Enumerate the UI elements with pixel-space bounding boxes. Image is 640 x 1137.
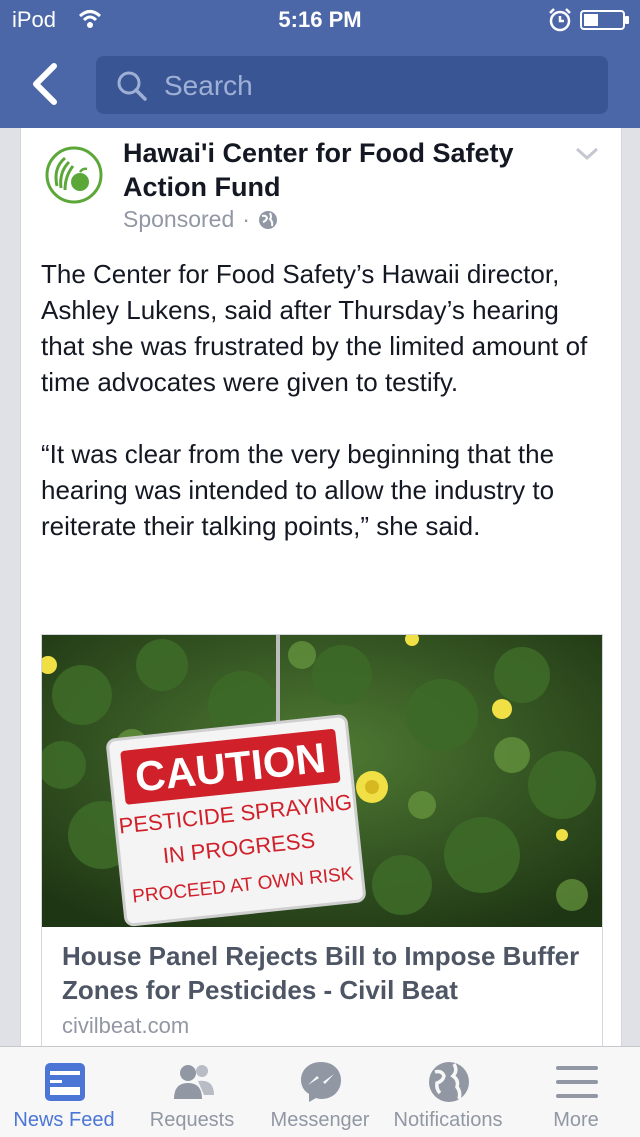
search-input[interactable] (162, 66, 586, 106)
battery-icon (580, 10, 629, 30)
page-name-link[interactable]: Hawai'i Center for Food Safety Action Fu… (123, 136, 563, 204)
status-time: 5:16 PM (278, 7, 362, 32)
link-preview-image: CAUTION PESTICIDE SPRAYING IN PROGRESS P… (42, 635, 602, 927)
search-bar[interactable] (96, 56, 608, 114)
globe-icon (429, 1062, 469, 1102)
tab-news-feed[interactable]: News Feed (0, 1047, 128, 1137)
public-globe-icon (258, 210, 277, 229)
tab-bar: News Feed Requests Messenger Notificatio… (0, 1046, 640, 1137)
search-icon (117, 71, 147, 101)
messenger-icon (301, 1062, 341, 1102)
tab-notifications[interactable]: Notifications (384, 1047, 512, 1137)
tab-requests[interactable]: Requests (128, 1047, 256, 1137)
post-meta: Sponsored · (123, 206, 278, 233)
back-button[interactable] (24, 56, 68, 112)
meta-separator: · (242, 206, 250, 232)
tab-more[interactable]: More (512, 1047, 640, 1137)
status-bar: iPod 5:16 PM (0, 0, 640, 40)
sponsored-post-card: Hawai'i Center for Food Safety Action Fu… (20, 128, 622, 1069)
link-preview[interactable]: CAUTION PESTICIDE SPRAYING IN PROGRESS P… (41, 634, 603, 1069)
post-paragraph: “It was clear from the very beginning th… (41, 439, 555, 541)
link-domain: civilbeat.com (62, 1013, 190, 1038)
menu-icon (556, 1066, 598, 1098)
news-feed-icon (45, 1063, 85, 1101)
tab-label: Messenger (270, 1109, 370, 1131)
link-title[interactable]: House Panel Rejects Bill to Impose Buffe… (62, 939, 592, 1007)
alarm-clock-icon (549, 8, 571, 32)
sponsored-label: Sponsored (123, 206, 235, 232)
chevron-down-icon[interactable] (573, 144, 601, 164)
caution-sign-photo: CAUTION PESTICIDE SPRAYING IN PROGRESS P… (42, 635, 602, 927)
post-paragraph: The Center for Food Safety’s Hawaii dire… (41, 259, 588, 397)
tab-messenger[interactable]: Messenger (256, 1047, 384, 1137)
page-logo-icon[interactable] (43, 144, 105, 206)
tab-label: More (553, 1109, 599, 1131)
friend-requests-icon (174, 1065, 214, 1099)
tab-label: Notifications (393, 1109, 503, 1131)
post-body: The Center for Food Safety’s Hawaii dire… (41, 256, 609, 580)
tab-label: News Feed (13, 1109, 115, 1131)
top-bar: iPod 5:16 PM (0, 0, 640, 128)
tab-label: Requests (149, 1109, 235, 1131)
